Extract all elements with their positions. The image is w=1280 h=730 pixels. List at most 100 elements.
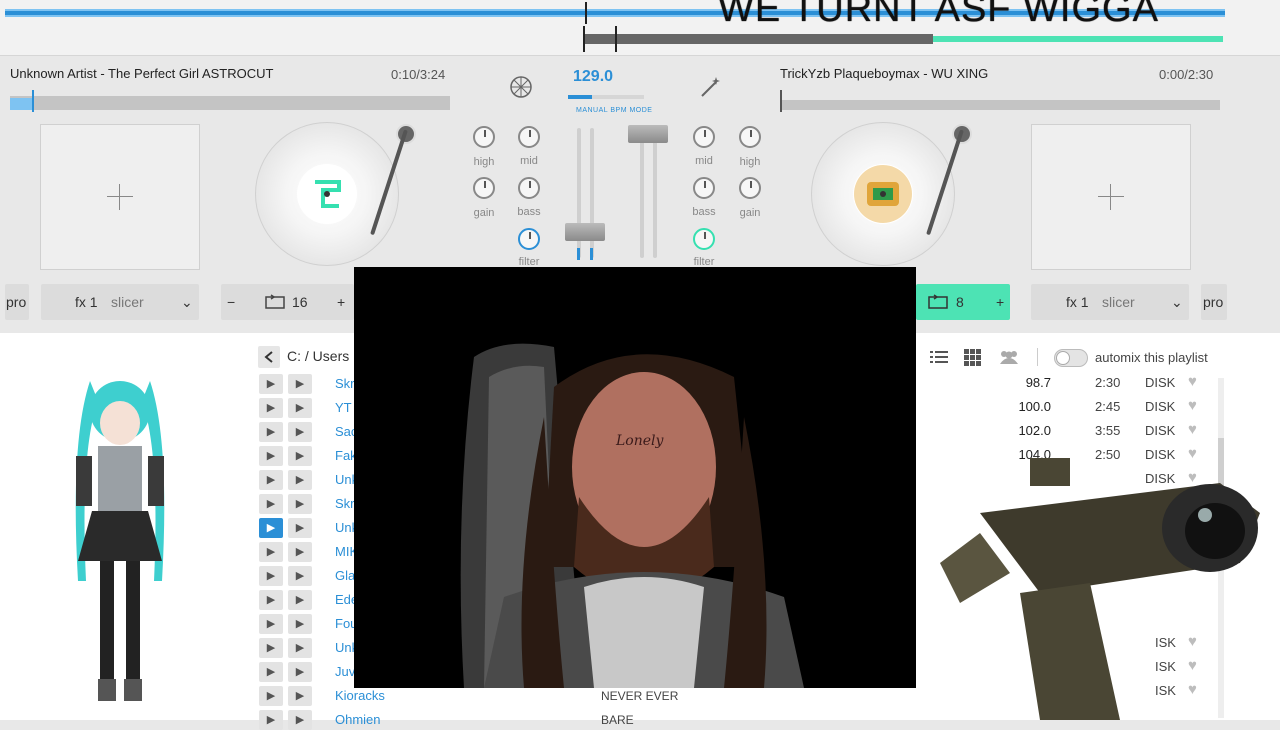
queue-button[interactable]: ▶ — [288, 590, 312, 610]
queue-button[interactable]: ▶ — [288, 518, 312, 538]
track-name[interactable]: Juv — [335, 664, 355, 679]
right-mid-knob[interactable] — [693, 126, 715, 148]
queue-button[interactable]: ▶ — [288, 614, 312, 634]
play-button[interactable]: ▶ — [259, 422, 283, 442]
play-icon: ▶ — [266, 570, 276, 582]
left-filter-knob[interactable] — [518, 228, 540, 250]
rifle-sticker — [940, 458, 1260, 720]
right-loop-plus[interactable]: + — [996, 294, 1004, 310]
play-button[interactable]: ▶ — [259, 494, 283, 514]
grid-view-icon[interactable] — [964, 349, 981, 366]
play-button[interactable]: ▶ — [259, 470, 283, 490]
left-high-knob[interactable] — [473, 126, 495, 148]
right-high-knob[interactable] — [739, 126, 761, 148]
play-icon: ▶ — [266, 522, 276, 534]
play-button[interactable]: ▶ — [259, 590, 283, 610]
play-button[interactable]: ▶ — [259, 566, 283, 586]
left-loop-plus[interactable]: + — [337, 294, 345, 310]
svg-text:Lonely: Lonely — [615, 433, 665, 449]
fx-wand-icon[interactable] — [698, 74, 724, 100]
queue-button[interactable]: ▶ — [288, 374, 312, 394]
right-deck-mini-waveform[interactable] — [780, 76, 1220, 112]
bpm-value[interactable]: 129.0 — [573, 68, 613, 86]
play-button[interactable]: ▶ — [259, 446, 283, 466]
people-icon[interactable] — [998, 349, 1020, 365]
play-icon: ▶ — [295, 594, 305, 606]
right-loop-control[interactable]: 8 + — [916, 284, 1010, 320]
queue-button[interactable]: ▶ — [288, 638, 312, 658]
queue-button[interactable]: ▶ — [288, 542, 312, 562]
play-button[interactable]: ▶ — [259, 710, 283, 730]
track-name[interactable]: Skr — [335, 376, 355, 391]
right-fx-selector[interactable]: fx 1 slicer ⌄ — [1031, 284, 1189, 320]
left-volume-fader[interactable] — [565, 223, 605, 241]
right-fx-label: fx 1 — [1066, 294, 1089, 310]
play-button[interactable]: ▶ — [259, 518, 283, 538]
queue-button[interactable]: ▶ — [288, 662, 312, 682]
track-duration: 2:30 — [1095, 375, 1121, 390]
right-filter-knob[interactable] — [693, 228, 715, 250]
loop-icon — [265, 294, 285, 309]
right-fx-mode: slicer — [1102, 294, 1135, 310]
right-gain-knob[interactable] — [739, 177, 761, 199]
chevron-down-icon[interactable]: ⌄ — [1171, 294, 1183, 311]
play-button[interactable]: ▶ — [259, 614, 283, 634]
automix-toggle[interactable] — [1054, 349, 1088, 367]
play-button[interactable]: ▶ — [259, 686, 283, 706]
bpm-mode-label[interactable]: MANUAL BPM MODE — [576, 107, 652, 114]
play-button[interactable]: ▶ — [259, 374, 283, 394]
play-button[interactable]: ▶ — [259, 662, 283, 682]
breadcrumb[interactable]: C: / Users — [287, 348, 349, 364]
left-loop-control[interactable]: − 16 + — [221, 284, 354, 320]
left-gain-knob[interactable] — [473, 177, 495, 199]
play-icon: ▶ — [295, 666, 305, 678]
overview-waveform-strip[interactable]: WE TURNT ASF WIGGA — [0, 0, 1280, 56]
queue-button[interactable]: ▶ — [288, 710, 312, 730]
track-name[interactable]: Gla — [335, 568, 355, 583]
bpm-pitch-bar[interactable] — [568, 95, 644, 99]
queue-button[interactable]: ▶ — [288, 494, 312, 514]
left-loop-minus[interactable]: − — [227, 294, 235, 310]
left-high-label: high — [473, 156, 495, 168]
play-icon: ▶ — [295, 450, 305, 462]
left-record-label — [297, 164, 357, 224]
queue-button[interactable]: ▶ — [288, 470, 312, 490]
play-icon: ▶ — [266, 450, 276, 462]
left-turntable-platter[interactable] — [255, 122, 399, 266]
left-fx-selector[interactable]: fx 1 slicer ⌄ — [41, 284, 199, 320]
left-deck-mini-waveform[interactable] — [10, 76, 450, 112]
heart-icon[interactable]: ♥ — [1188, 373, 1197, 390]
play-button[interactable]: ▶ — [259, 638, 283, 658]
left-pro-button[interactable]: pro — [5, 284, 29, 320]
play-button[interactable]: ▶ — [259, 398, 283, 418]
play-icon: ▶ — [295, 522, 305, 534]
list-view-icon[interactable] — [930, 350, 948, 364]
heart-icon[interactable]: ♥ — [1188, 421, 1197, 438]
left-xy-pad[interactable] — [40, 124, 200, 270]
heart-icon[interactable]: ♥ — [1188, 397, 1197, 414]
right-volume-track[interactable] — [640, 128, 644, 258]
queue-button[interactable]: ▶ — [288, 686, 312, 706]
right-bass-knob[interactable] — [693, 177, 715, 199]
play-icon: ▶ — [266, 498, 276, 510]
track-name[interactable]: Skr — [335, 496, 355, 511]
track-name[interactable]: Kioracks — [335, 688, 385, 703]
left-mid-label: mid — [520, 155, 538, 167]
left-mid-knob[interactable] — [518, 126, 540, 148]
queue-button[interactable]: ▶ — [288, 422, 312, 442]
right-xy-pad[interactable] — [1031, 124, 1191, 270]
queue-button[interactable]: ▶ — [288, 398, 312, 418]
right-volume-fader[interactable] — [628, 125, 668, 143]
right-pro-button[interactable]: pro — [1201, 284, 1227, 320]
play-button[interactable]: ▶ — [259, 542, 283, 562]
queue-button[interactable]: ▶ — [288, 446, 312, 466]
left-bass-knob[interactable] — [518, 177, 540, 199]
sync-icon[interactable] — [508, 74, 534, 100]
right-turntable-platter[interactable] — [811, 122, 955, 266]
track-source: DISK — [1145, 399, 1176, 414]
back-button[interactable] — [258, 346, 280, 368]
loop-icon — [928, 294, 948, 309]
chevron-down-icon[interactable]: ⌄ — [181, 294, 193, 311]
queue-button[interactable]: ▶ — [288, 566, 312, 586]
track-name[interactable]: YT — [335, 400, 352, 415]
